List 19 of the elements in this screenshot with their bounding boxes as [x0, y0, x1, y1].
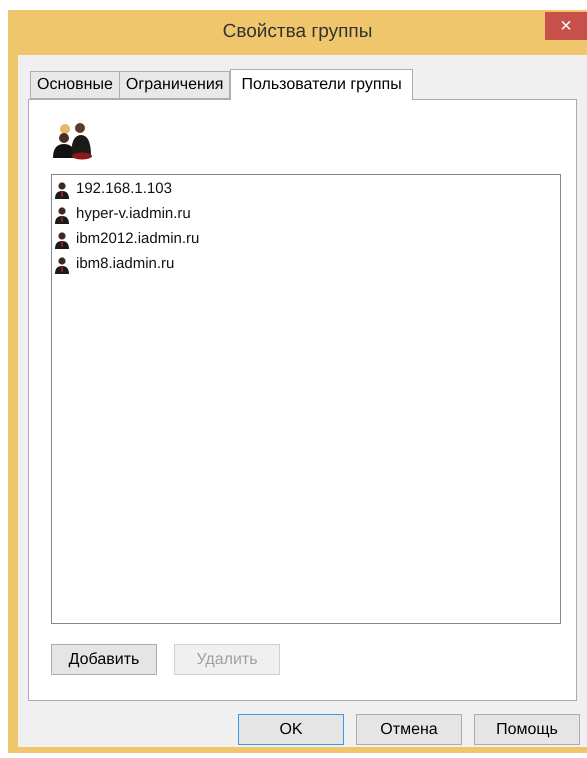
tab[interactable]: Основные [30, 71, 120, 99]
user-icon [54, 230, 70, 248]
dialog-button[interactable]: OK [238, 714, 344, 745]
user-icon [54, 256, 70, 274]
member-item[interactable]: 192.168.1.103 [76, 178, 172, 201]
members-list[interactable]: 192.168.1.103 hyper-v.iadmin.ru ibm2012.iadmin.ru ibm8.iadmin.ru [51, 174, 561, 624]
member-item[interactable]: ibm2012.iadmin.ru [76, 228, 200, 251]
member-item[interactable]: hyper-v.iadmin.ru [76, 203, 191, 226]
group-icon [51, 120, 95, 160]
user-icon [54, 206, 70, 224]
member-item[interactable]: ibm8.iadmin.ru [76, 253, 174, 276]
user-icon [54, 180, 70, 198]
tab[interactable]: Пользователи группы [230, 69, 413, 100]
dialog-button[interactable]: Добавить [51, 644, 157, 675]
close-button[interactable]: × [545, 12, 587, 40]
window-title: Свойства группы [222, 20, 372, 44]
dialog-button[interactable]: Отмена [356, 714, 462, 745]
dialog-button[interactable]: Помощь [474, 714, 580, 745]
tab[interactable]: Ограничения [118, 71, 230, 99]
